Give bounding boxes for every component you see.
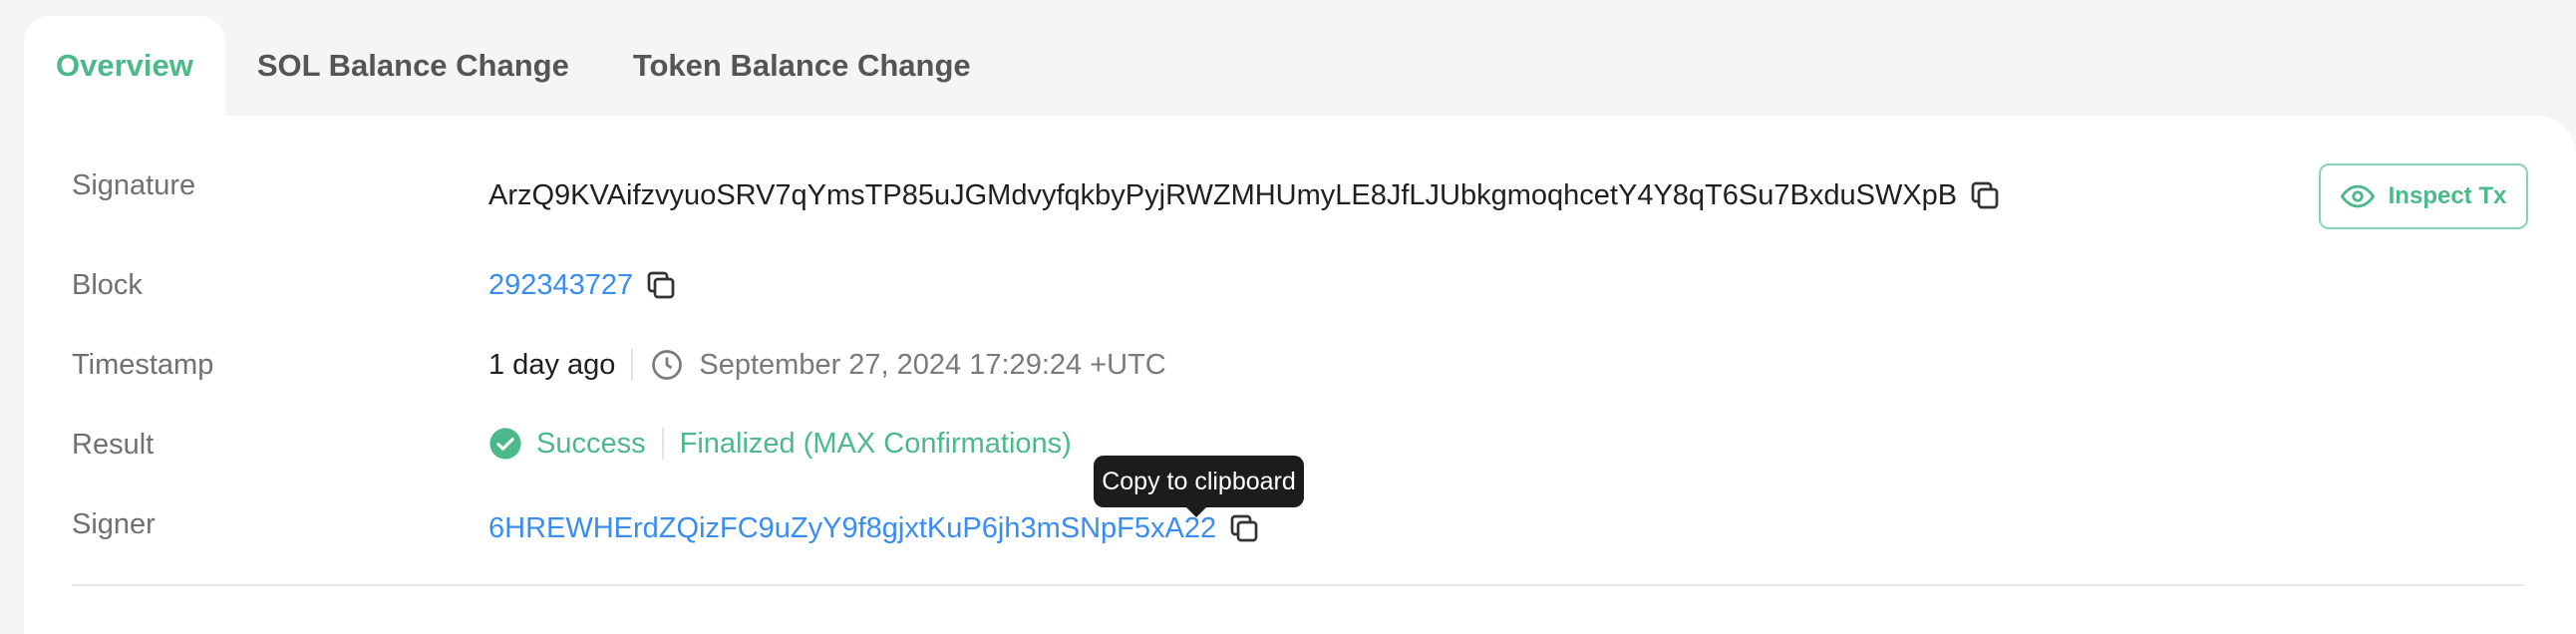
signer-row: 6HREWHErdZQizFC9uZyY9f8gjxtKuP6jh3mSNpF5… [488, 510, 1262, 546]
signer-link[interactable]: 6HREWHErdZQizFC9uZyY9f8gjxtKuP6jh3mSNpF5… [488, 512, 1216, 545]
timestamp-label: Timestamp [72, 349, 214, 381]
clock-icon [649, 347, 685, 383]
eye-icon [2340, 179, 2375, 213]
inspect-tx-button[interactable]: Inspect Tx [2319, 163, 2528, 229]
check-circle-icon [488, 427, 522, 461]
divider [661, 428, 664, 460]
inspect-tx-label: Inspect Tx [2388, 182, 2507, 209]
signature-label: Signature [72, 169, 196, 201]
divider [631, 349, 634, 381]
section-divider [72, 584, 2524, 586]
timestamp-absolute: September 27, 2024 17:29:24 +UTC [699, 348, 1166, 381]
result-label: Result [72, 429, 155, 461]
block-link[interactable]: 292343727 [488, 269, 633, 302]
result-row: Success Finalized (MAX Confirmations) [488, 427, 1072, 461]
copy-tooltip: Copy to clipboard [1094, 456, 1304, 517]
block-label: Block [72, 269, 143, 301]
tab-sol-balance-change[interactable]: SOL Balance Change [225, 16, 601, 116]
tab-overview[interactable]: Overview [24, 16, 225, 116]
tab-bar: Overview SOL Balance Change Token Balanc… [24, 16, 1003, 116]
signature-value: ArzQ9KVAifzvyuoSRV7qYmsTP85uJGMdvyfqkbyP… [488, 178, 1958, 211]
copy-icon[interactable] [1226, 510, 1262, 546]
copy-icon[interactable] [643, 267, 679, 303]
signer-label: Signer [72, 508, 156, 540]
result-status: Success [536, 427, 646, 460]
tab-token-balance-change[interactable]: Token Balance Change [601, 16, 1003, 116]
timestamp-row: 1 day ago September 27, 2024 17:29:24 +U… [488, 347, 1166, 383]
signature-row: ArzQ9KVAifzvyuoSRV7qYmsTP85uJGMdvyfqkbyP… [488, 177, 2003, 213]
timestamp-relative: 1 day ago [488, 348, 616, 381]
result-confirmation: Finalized (MAX Confirmations) [679, 427, 1072, 460]
copy-icon[interactable] [1967, 177, 2003, 213]
block-row: 292343727 [488, 267, 679, 303]
